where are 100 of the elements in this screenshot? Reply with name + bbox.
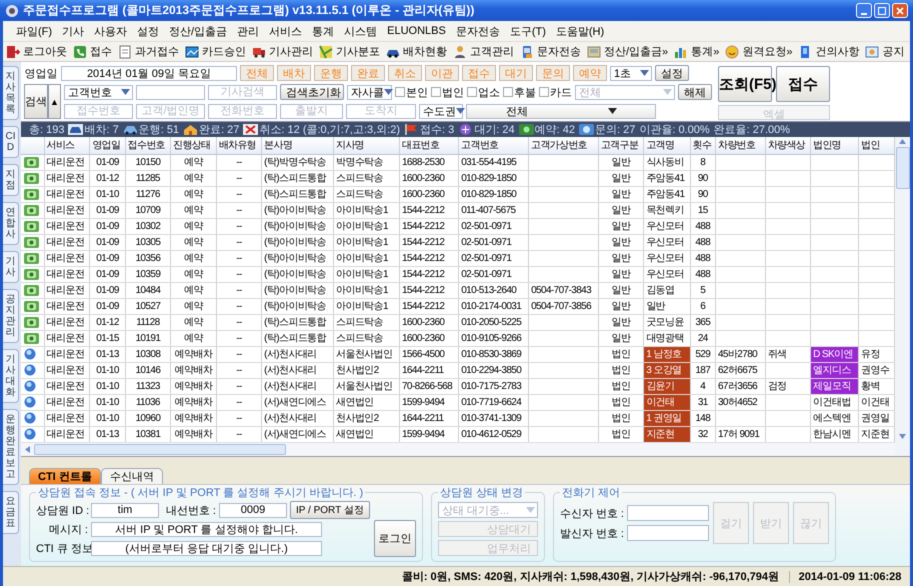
column-header[interactable]: 서비스 (44, 136, 90, 154)
scrollbar-thumb[interactable] (896, 146, 910, 189)
menu-item[interactable]: ELUONLBS (382, 25, 451, 37)
side-tab[interactable]: 기사 (3, 251, 19, 283)
scroll-down-icon[interactable] (899, 434, 906, 439)
tab[interactable]: CTI 컨트롤 (29, 468, 101, 484)
vertical-scrollbar[interactable] (895, 136, 910, 456)
search-field[interactable]: 전화번호 (208, 104, 277, 118)
menu-item[interactable]: 통계 (307, 24, 340, 38)
toolbar-button[interactable]: 고객관리 (470, 44, 514, 59)
call-type-dropdown[interactable]: 자사콜 (347, 84, 392, 100)
checkbox[interactable] (467, 87, 477, 97)
column-header[interactable]: 고객가상번호 (528, 136, 598, 154)
column-header[interactable]: 법인 (858, 136, 894, 154)
extension-field[interactable]: 0009 (219, 502, 287, 518)
toolbar-button[interactable]: 카드승인 (202, 44, 246, 59)
column-header[interactable]: 진행상태 (170, 136, 216, 154)
toolbar-button[interactable]: 건의사항 (815, 44, 860, 59)
column-header[interactable] (21, 136, 44, 154)
menu-item[interactable]: 도움말(H) (550, 24, 610, 38)
reset-search-button[interactable]: 검색초기화 (280, 84, 344, 100)
maximize-button[interactable] (874, 3, 890, 18)
toolbar-button[interactable]: 공지 (882, 44, 904, 59)
column-header[interactable]: 고객구분 (598, 136, 644, 154)
agent-id-field[interactable]: tim (91, 502, 159, 518)
scrollbar-thumb[interactable] (34, 444, 286, 455)
search-button[interactable]: 검색 (24, 84, 48, 119)
column-header[interactable]: 법인명 (810, 136, 859, 154)
driver-search-field[interactable]: 기사검색 (208, 84, 277, 100)
toolbar-button[interactable]: 기사분포 (336, 44, 380, 59)
menu-item[interactable]: 파일(F) (11, 24, 58, 38)
side-tab[interactable]: 공지관리 (3, 289, 19, 343)
scroll-left-icon[interactable] (25, 446, 30, 453)
menu-item[interactable]: 사용자 (89, 24, 132, 38)
column-header[interactable]: 지사명 (334, 136, 400, 154)
table-cell: 제일모직 (810, 378, 859, 394)
toolbar-button[interactable]: 로그아웃 (23, 44, 67, 59)
side-tab[interactable]: 기사대화 (3, 349, 19, 403)
column-header[interactable]: 대표번호 (399, 136, 459, 154)
column-header[interactable]: 고객번호 (458, 136, 529, 154)
column-header[interactable]: 횟수 (690, 136, 716, 154)
toolbar-button[interactable]: 정산/입출금» (604, 44, 668, 59)
side-tab[interactable]: 연합사 (3, 202, 19, 245)
table-cell: 365 (690, 314, 716, 330)
toolbar-button[interactable]: 기사관리 (269, 44, 313, 59)
toolbar-button[interactable]: 배차현황 (403, 44, 447, 59)
column-header[interactable]: 고객명 (644, 136, 690, 154)
side-tab[interactable]: 지점 (3, 164, 19, 196)
branch-dropdown[interactable]: 전체 (466, 104, 656, 118)
login-button[interactable]: 로그인 (374, 520, 416, 557)
menu-item[interactable]: 문자전송 (450, 24, 505, 38)
ip-port-button[interactable]: IP / PORT 설정 (290, 501, 370, 519)
side-tab[interactable]: 운행완료보고 (3, 409, 19, 485)
table-cell: (탁)아이비탁송 (262, 282, 334, 298)
table-cell: 아이비탁송1 (334, 282, 400, 298)
menu-item[interactable]: 관리 (232, 24, 264, 38)
settings-button[interactable]: 설정 (655, 65, 689, 81)
toolbar-button[interactable]: 문자전송 (537, 44, 581, 59)
menu-item[interactable]: 기사 (57, 24, 90, 38)
side-tab[interactable]: 지사목록 (3, 66, 19, 120)
checkbox[interactable] (395, 87, 405, 97)
toolbar-button[interactable]: 통계» (691, 44, 720, 59)
side-tab[interactable]: 요금표 (3, 491, 19, 534)
collapse-button[interactable]: ▲ (48, 84, 61, 119)
checkbox[interactable] (503, 87, 513, 97)
column-header[interactable]: 배차유형 (216, 136, 262, 154)
close-button[interactable] (892, 3, 908, 18)
search-field[interactable]: 출발지 (280, 104, 343, 118)
search-field[interactable]: 도착지 (346, 104, 416, 118)
column-header[interactable]: 차량번호 (715, 136, 766, 154)
date-field[interactable]: 2014년 01월 09일 목요일 (61, 66, 237, 80)
toolbar-button[interactable]: 접수 (90, 44, 112, 59)
menu-item[interactable]: 설정 (132, 24, 164, 38)
clear-button[interactable]: 해제 (678, 84, 712, 100)
column-header[interactable]: 영업일 (90, 136, 126, 154)
interval-dropdown[interactable]: 1초 (610, 66, 652, 80)
search-field-dropdown[interactable]: 고객번호 (64, 84, 133, 100)
minimize-button[interactable] (856, 3, 872, 18)
toolbar-button[interactable]: 원격요청» (742, 44, 792, 59)
side-tab[interactable]: CID (3, 126, 19, 158)
column-header[interactable]: 차량색상 (765, 136, 811, 154)
tab[interactable]: 수신내역 (100, 468, 163, 484)
column-header[interactable]: 본사명 (262, 136, 334, 154)
menu-item[interactable]: 도구(T) (504, 24, 551, 38)
table-cell: (탁)스피드통합 (262, 330, 334, 346)
menu-item[interactable]: 시스템 (339, 24, 382, 38)
column-header[interactable]: 접수번호 (125, 136, 171, 154)
receiver-field[interactable] (626, 505, 709, 521)
menu-item[interactable]: 서비스 (264, 24, 308, 38)
toolbar-button[interactable]: 과거접수 (135, 44, 179, 59)
search-field[interactable]: 고객/법인명 (136, 104, 205, 118)
region-dropdown[interactable]: 수도권 (419, 104, 463, 118)
receive-button[interactable]: 접수 (776, 66, 830, 102)
checkbox[interactable] (431, 87, 441, 97)
checkbox[interactable] (539, 87, 549, 97)
search-input[interactable] (136, 84, 205, 100)
sender-field[interactable] (626, 525, 709, 541)
search-field[interactable]: 접수번호 (64, 104, 133, 118)
menu-item[interactable]: 정산/입출금 (164, 24, 232, 38)
horizontal-scrollbar[interactable] (21, 442, 895, 456)
